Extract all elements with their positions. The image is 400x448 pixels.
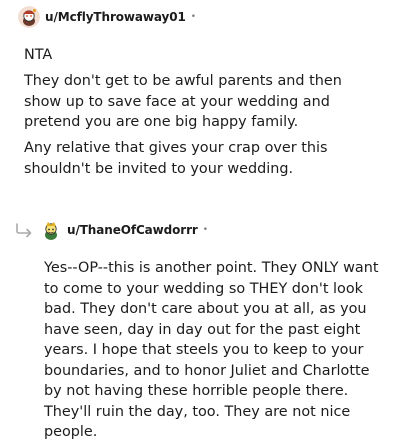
meta-separator: • [202,225,209,235]
comment-header: u/McflyThrowaway01 • [18,5,196,29]
snoo-avatar-icon[interactable] [40,219,62,241]
snoo-avatar-icon[interactable] [18,6,40,28]
comment-paragraph: They don't get to be awful parents and t… [24,73,342,130]
reply-arrow-icon [14,222,36,238]
meta-separator: • [190,12,197,22]
comment-author[interactable]: u/McflyThrowaway01 [45,10,186,24]
comment-paragraph: NTA [24,47,53,63]
comment-paragraph: Any relative that gives your crap over t… [24,140,328,177]
comment-author[interactable]: u/ThaneOfCawdorrr [67,223,198,237]
comment-header: u/ThaneOfCawdorrr • [40,218,208,242]
comment-paragraph: Yes--OP--this is another point. They ONL… [44,260,379,440]
